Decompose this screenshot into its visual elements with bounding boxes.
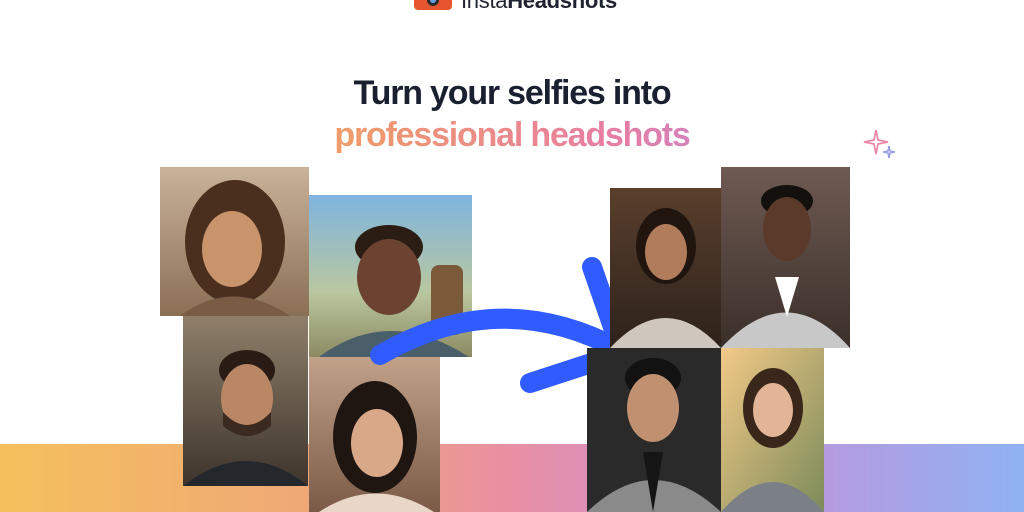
logo-text: InstaHeadshots [461, 0, 617, 13]
app-logo[interactable]: InstaHeadshots [413, 0, 617, 13]
bottom-gradient-band [0, 444, 1024, 512]
headline-line-1: Turn your selfies into [353, 74, 672, 112]
selfie-woman-long-hair [160, 167, 309, 316]
headshot-man-black-suit [587, 348, 721, 512]
headshot-man-grey-suit [721, 167, 850, 348]
sparkle-icon [863, 129, 896, 159]
selfie-man-beard [183, 316, 308, 486]
headshot-woman-outdoor [721, 348, 824, 512]
camera-logo-icon [414, 0, 452, 10]
headshot-woman-blazer [610, 188, 721, 348]
